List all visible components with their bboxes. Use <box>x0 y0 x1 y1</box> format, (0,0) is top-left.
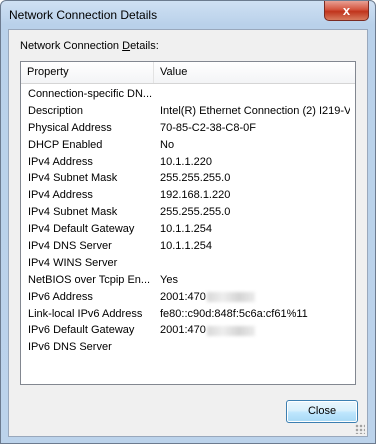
property-cell: IPv6 Address <box>28 290 93 303</box>
window-close-button[interactable]: x <box>324 1 369 21</box>
value-cell: 255.255.255.0 <box>160 172 231 185</box>
property-cell: IPv4 WINS Server <box>28 256 118 269</box>
list-item[interactable]: Connection-specific DN... <box>21 86 355 103</box>
list-item[interactable]: IPv4 DNS Server 10.1.1.254 <box>21 238 355 255</box>
column-header-value[interactable]: Value <box>154 62 350 83</box>
list-item[interactable]: IPv6 Default Gateway 2001:470 <box>21 322 355 339</box>
list-item[interactable]: IPv4 Address 192.168.1.220 <box>21 187 355 204</box>
value-cell: 10.1.1.254 <box>160 223 212 236</box>
value-cell: 255.255.255.0 <box>160 206 231 219</box>
property-cell: Description <box>28 104 84 117</box>
details-caption: Network Connection Details: <box>20 40 159 52</box>
list-item[interactable]: IPv4 WINS Server <box>21 255 355 272</box>
list-item[interactable]: IPv4 Subnet Mask 255.255.255.0 <box>21 170 355 187</box>
property-cell: IPv4 Default Gateway <box>28 223 135 236</box>
details-list[interactable]: Property Value Connection-specific DN...… <box>20 61 356 385</box>
value-cell: 192.168.1.220 <box>160 189 231 202</box>
close-icon: x <box>342 3 351 18</box>
list-item[interactable]: Link-local IPv6 Address fe80::c90d:848f:5… <box>21 306 355 323</box>
property-cell: IPv6 DNS Server <box>28 341 112 354</box>
property-cell: IPv4 Address <box>28 155 93 168</box>
list-item[interactable]: Physical Address 70-85-C2-38-C8-0F <box>21 120 355 137</box>
value-cell: 70-85-C2-38-C8-0F <box>160 121 256 134</box>
value-cell: fe80::c90d:848f:5c6a:cf61%11 <box>160 307 308 320</box>
property-cell: IPv4 DNS Server <box>28 240 112 253</box>
title-bar[interactable]: Network Connection Details x <box>1 1 375 29</box>
close-button[interactable]: Close <box>286 400 358 423</box>
property-cell: IPv4 Subnet Mask <box>28 206 118 219</box>
property-cell: NetBIOS over Tcpip En... <box>28 273 151 286</box>
column-header-property[interactable]: Property <box>21 62 154 83</box>
value-cell: 10.1.1.220 <box>160 155 212 168</box>
property-cell: DHCP Enabled <box>28 138 103 151</box>
list-item[interactable]: IPv4 Default Gateway 10.1.1.254 <box>21 221 355 238</box>
dialog-window: Network Connection Details x Network Con… <box>0 0 376 444</box>
list-item[interactable]: IPv6 Address 2001:470 <box>21 289 355 306</box>
list-item[interactable]: Description Intel(R) Ethernet Connection … <box>21 103 355 120</box>
value-cell: 10.1.1.254 <box>160 240 212 253</box>
property-cell: IPv6 Default Gateway <box>28 324 135 337</box>
list-item[interactable]: IPv4 Address 10.1.1.220 <box>21 154 355 171</box>
resize-grip-icon[interactable] <box>355 424 365 434</box>
dialog-client-area: Network Connection Details: Property Val… <box>8 29 368 437</box>
list-rows: Connection-specific DN... Description Inte… <box>21 86 355 356</box>
window-title: Network Connection Details <box>9 8 158 22</box>
list-item[interactable]: IPv6 DNS Server <box>21 339 355 356</box>
value-cell: 2001:470 <box>160 289 350 306</box>
value-cell: Intel(R) Ethernet Connection (2) I219-V <box>160 104 350 117</box>
property-cell: IPv4 Subnet Mask <box>28 172 118 185</box>
property-cell: Link-local IPv6 Address <box>28 307 143 320</box>
value-cell: Yes <box>160 273 178 286</box>
list-header: Property Value <box>21 62 355 84</box>
property-cell: Connection-specific DN... <box>28 88 153 100</box>
list-item[interactable]: IPv4 Subnet Mask 255.255.255.0 <box>21 204 355 221</box>
property-cell: IPv4 Address <box>28 189 93 202</box>
value-cell: 2001:470 <box>160 322 350 339</box>
list-item[interactable]: NetBIOS over Tcpip En... Yes <box>21 272 355 289</box>
redacted-blur <box>206 291 255 302</box>
redacted-blur <box>206 325 255 336</box>
value-cell: No <box>160 138 175 151</box>
property-cell: Physical Address <box>28 121 112 134</box>
list-item[interactable]: DHCP Enabled No <box>21 137 355 154</box>
